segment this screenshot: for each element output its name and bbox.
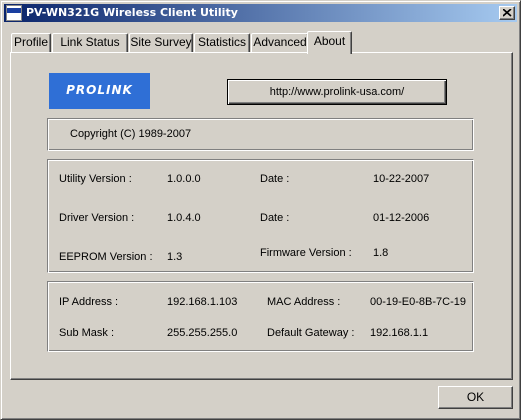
tab-site-survey[interactable]: Site Survey	[129, 33, 193, 52]
eeprom-version-value: 1.3	[167, 251, 183, 263]
tab-statistics[interactable]: Statistics	[194, 33, 250, 52]
prolink-logo: PROLINK	[49, 73, 150, 109]
driver-version-value: 1.0.4.0	[167, 212, 201, 224]
about-panel: PROLINK http://www.prolink-usa.com/ Copy…	[10, 52, 513, 380]
utility-date-value: 10-22-2007	[373, 173, 430, 185]
title-bar[interactable]: PV-WN321G Wireless Client Utility	[4, 4, 517, 22]
mac-address-value: 00-19-E0-8B-7C-19	[370, 296, 466, 308]
version-info-group: Utility Version : 1.0.0.0 Date : 10-22-2…	[47, 159, 474, 273]
default-gateway-label: Default Gateway :	[267, 327, 355, 339]
utility-date-label: Date :	[260, 173, 290, 185]
website-link-button[interactable]: http://www.prolink-usa.com/	[227, 79, 447, 105]
tab-profile[interactable]: Profile	[11, 33, 51, 52]
window-title: PV-WN321G Wireless Client Utility	[26, 6, 238, 19]
default-gateway-value: 192.168.1.1	[370, 327, 429, 339]
copyright-box: Copyright (C) 1989-2007	[47, 118, 474, 151]
tab-advanced[interactable]: Advanced	[251, 33, 309, 52]
network-info-group: IP Address : 192.168.1.103 MAC Address :…	[47, 281, 474, 352]
tab-about[interactable]: About	[307, 31, 352, 54]
app-window: PV-WN321G Wireless Client Utility Profil…	[0, 0, 521, 420]
mac-address-label: MAC Address :	[267, 296, 341, 308]
utility-version-label: Utility Version :	[59, 173, 132, 185]
driver-date-value: 01-12-2006	[373, 212, 430, 224]
firmware-version-value: 1.8	[373, 247, 389, 259]
ip-address-value: 192.168.1.103	[167, 296, 238, 308]
eeprom-version-label: EEPROM Version :	[59, 251, 153, 263]
prolink-app-icon[interactable]	[6, 5, 22, 21]
driver-version-label: Driver Version :	[59, 212, 135, 224]
driver-date-label: Date :	[260, 212, 290, 224]
close-button[interactable]	[499, 6, 515, 20]
close-icon	[503, 9, 512, 17]
utility-version-value: 1.0.0.0	[167, 173, 201, 185]
firmware-version-label: Firmware Version :	[260, 247, 352, 259]
tab-link-status[interactable]: Link Status	[52, 33, 128, 52]
ok-button[interactable]: OK	[438, 386, 513, 409]
sub-mask-label: Sub Mask :	[59, 327, 115, 339]
sub-mask-value: 255.255.255.0	[167, 327, 238, 339]
ip-address-label: IP Address :	[59, 296, 119, 308]
copyright-text: Copyright (C) 1989-2007	[70, 128, 192, 140]
tab-strip: Profile Link Status Site Survey Statisti…	[11, 31, 352, 54]
